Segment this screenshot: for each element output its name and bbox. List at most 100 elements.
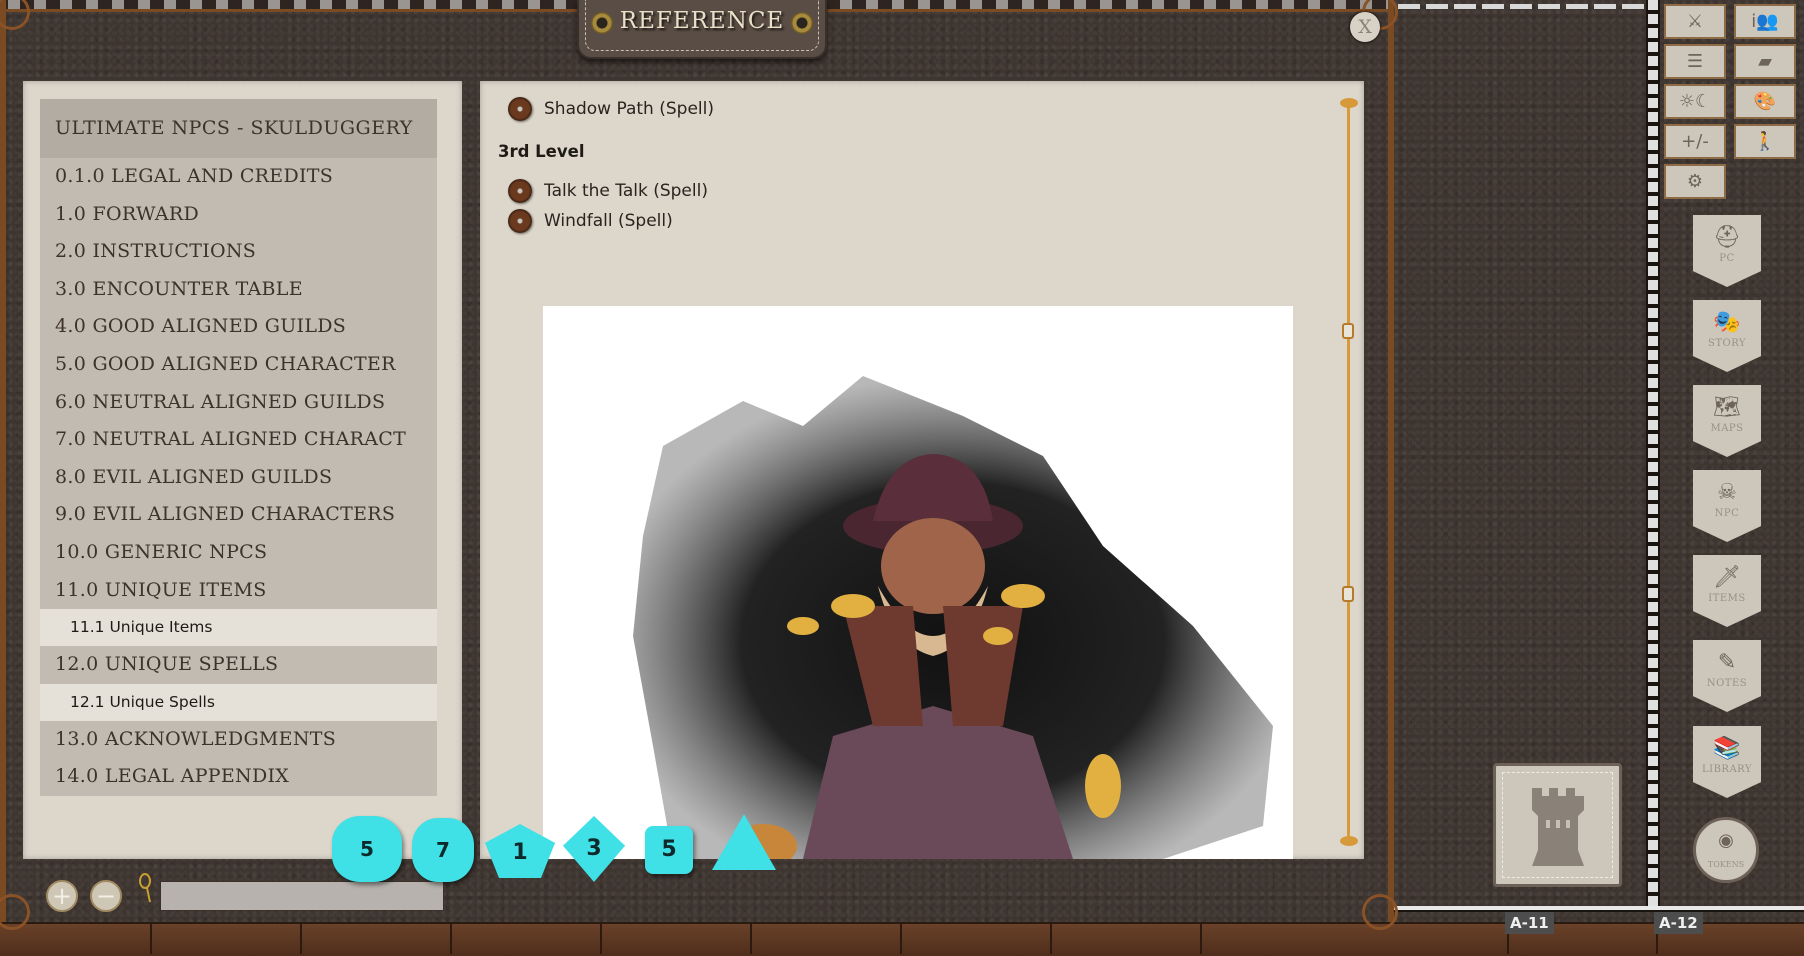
- sidebar-library-label: LIBRARY: [1701, 764, 1752, 775]
- npc-portrait-image: [543, 306, 1293, 859]
- close-button[interactable]: X: [1350, 12, 1380, 42]
- magnifier-icon[interactable]: [138, 873, 152, 903]
- toc-subsection[interactable]: 11.1 Unique Items: [40, 609, 437, 647]
- tables-button[interactable]: ▰: [1734, 44, 1796, 79]
- toc-chapter[interactable]: 0.1.0 LEGAL AND CREDITS: [40, 158, 437, 196]
- options-list-button[interactable]: ☰: [1664, 44, 1726, 79]
- scroll-bottom-ornament: [1340, 836, 1358, 846]
- toc-chapter[interactable]: 4.0 GOOD ALIGNED GUILDS: [40, 308, 437, 346]
- plank-divider: [1050, 922, 1052, 954]
- toc-chapter[interactable]: 2.0 INSTRUCTIONS: [40, 233, 437, 271]
- sun-moon-icon: ☼☾: [1678, 91, 1712, 112]
- scroll-thumb-top[interactable]: [1342, 323, 1354, 339]
- zoom-in-button[interactable]: +: [46, 880, 78, 912]
- sidebar-notes-label: NOTES: [1706, 678, 1748, 689]
- spell-link[interactable]: Shadow Path (Spell): [508, 97, 714, 121]
- modifiers-button[interactable]: +/-: [1664, 124, 1726, 159]
- plank-divider: [300, 922, 302, 954]
- gear-icon: ⚙: [1686, 171, 1704, 192]
- toc-header[interactable]: ULTIMATE NPCS - SKULDUGGERY: [40, 99, 437, 158]
- link-icon[interactable]: [508, 209, 532, 233]
- stitching-divider: [1646, 0, 1660, 912]
- coin: [787, 617, 819, 635]
- toc-chapter[interactable]: 14.0 LEGAL APPENDIX: [40, 758, 437, 796]
- spell-link-label: Talk the Talk (Spell): [544, 181, 708, 201]
- coin: [1085, 754, 1121, 818]
- corner-knot-icon: [0, 0, 30, 30]
- dice-tower-button[interactable]: [1493, 763, 1622, 887]
- sidebar-npc-label: NPC: [1714, 508, 1740, 519]
- calendar-button[interactable]: ☼☾: [1664, 84, 1726, 119]
- content-scrollbar[interactable]: [1340, 98, 1358, 846]
- crossed-swords-icon: ⚔: [1686, 11, 1704, 32]
- masks-icon: 🎭: [1713, 310, 1741, 335]
- toc-chapter[interactable]: 9.0 EVIL ALIGNED CHARACTERS: [40, 496, 437, 534]
- coin: [831, 594, 875, 618]
- toc-chapter[interactable]: 6.0 NEUTRAL ALIGNED GUILDS: [40, 383, 437, 422]
- spell-link[interactable]: Talk the Talk (Spell): [508, 179, 708, 203]
- portrait-illustration: [633, 376, 1273, 859]
- window-left-rim: [0, 0, 6, 922]
- party-sheet-button[interactable]: i👥: [1734, 4, 1796, 39]
- toc-chapter[interactable]: 12.0 UNIQUE SPELLS: [40, 646, 437, 684]
- search-input[interactable]: [160, 881, 444, 911]
- toc-list: ULTIMATE NPCS - SKULDUGGERY 0.1.0 LEGAL …: [40, 99, 437, 796]
- plank-divider: [900, 922, 902, 954]
- tower-icon: [1532, 788, 1584, 866]
- table-icon: ▰: [1758, 51, 1772, 72]
- sword-icon: 🗡: [1713, 565, 1741, 590]
- sidebar-items-label: ITEMS: [1708, 593, 1746, 604]
- sidebar-story-label: STORY: [1707, 338, 1747, 349]
- settings-button[interactable]: ⚙: [1664, 164, 1726, 199]
- coin: [983, 627, 1013, 645]
- palette-icon: 🎨: [1753, 91, 1777, 112]
- toc-chapter[interactable]: 11.0 UNIQUE ITEMS: [40, 571, 437, 610]
- colors-button[interactable]: 🎨: [1734, 84, 1796, 119]
- list-icon: ☰: [1686, 51, 1704, 72]
- corner-knot-icon: [1362, 894, 1398, 930]
- toc-chapter[interactable]: 5.0 GOOD ALIGNED CHARACTER: [40, 345, 437, 384]
- d6-die[interactable]: 5: [645, 826, 693, 874]
- sidebar-maps-label: MAPS: [1710, 423, 1744, 434]
- stitching: [1398, 4, 1648, 9]
- face: [881, 518, 985, 614]
- toc-chapter[interactable]: 8.0 EVIL ALIGNED GUILDS: [40, 458, 437, 497]
- skull-icon: ☠: [1717, 480, 1737, 505]
- level-heading: 3rd Level: [498, 142, 585, 161]
- toc-chapter[interactable]: 10.0 GENERIC NPCS: [40, 533, 437, 572]
- plank-divider: [150, 922, 152, 954]
- link-icon[interactable]: [508, 179, 532, 203]
- effects-button[interactable]: 🚶: [1734, 124, 1796, 159]
- sidebar-pc-label: PC: [1719, 253, 1735, 264]
- spell-link-label: Shadow Path (Spell): [544, 99, 714, 119]
- toc-chapter[interactable]: 1.0 FORWARD: [40, 195, 437, 234]
- sidebar-tokens-label: TOKENS: [1707, 860, 1745, 869]
- toc-subsection[interactable]: 12.1 Unique Spells: [40, 683, 437, 721]
- party-info-icon: i👥: [1751, 11, 1779, 32]
- quill-scroll-icon: ✎: [1717, 650, 1737, 675]
- link-icon[interactable]: [508, 97, 532, 121]
- sidebar-tokens-button[interactable]: ◉ TOKENS: [1693, 817, 1759, 883]
- toc-chapter[interactable]: 7.0 NEUTRAL ALIGNED CHARACT: [40, 421, 437, 459]
- figure-icon: 🚶: [1753, 131, 1777, 152]
- toc-chapter[interactable]: 3.0 ENCOUNTER TABLE: [40, 270, 437, 309]
- helmet-icon: ⛑: [1713, 225, 1741, 250]
- books-icon: 📚: [1713, 736, 1741, 761]
- coin: [1001, 584, 1045, 608]
- combat-tracker-button[interactable]: ⚔: [1664, 4, 1726, 39]
- zoom-out-button[interactable]: −: [90, 880, 122, 912]
- spell-link[interactable]: Windfall (Spell): [508, 209, 673, 233]
- plank-divider: [1200, 922, 1202, 954]
- d12-die[interactable]: 7: [412, 818, 474, 882]
- window-title: REFERENCE: [619, 8, 785, 34]
- scroll-rail[interactable]: [1347, 106, 1350, 836]
- spell-link-label: Windfall (Spell): [544, 211, 673, 231]
- grid-label: A-11: [1505, 912, 1554, 934]
- grid-label: A-12: [1654, 912, 1703, 934]
- d20-die[interactable]: 5: [332, 816, 402, 882]
- scroll-thumb-bottom[interactable]: [1342, 586, 1354, 602]
- plank-divider: [600, 922, 602, 954]
- toc-chapter[interactable]: 13.0 ACKNOWLEDGMENTS: [40, 720, 437, 759]
- plus-minus-icon: +/-: [1681, 131, 1709, 152]
- window-title-tab[interactable]: REFERENCE: [577, 0, 827, 59]
